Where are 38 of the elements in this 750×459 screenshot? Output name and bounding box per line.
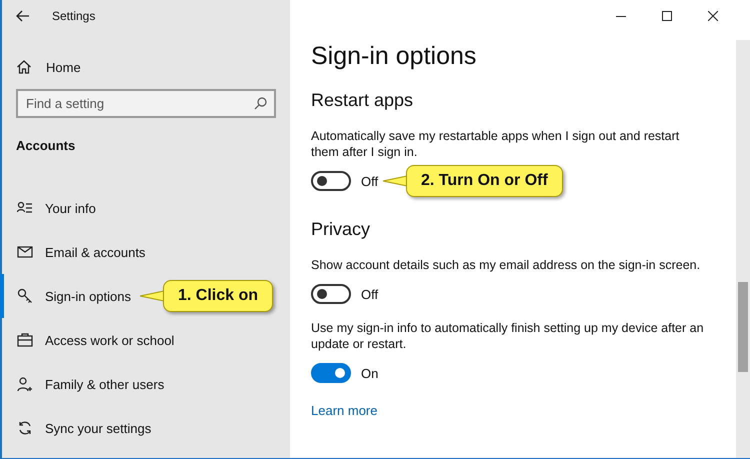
section-heading: Restart apps bbox=[311, 89, 414, 112]
key-icon bbox=[17, 288, 33, 304]
toggle-switch[interactable] bbox=[311, 171, 351, 191]
toggle-switch[interactable] bbox=[311, 284, 351, 304]
section-heading: Privacy bbox=[311, 218, 372, 241]
sync-icon bbox=[17, 420, 33, 436]
toggle-state: On bbox=[361, 366, 378, 380]
nav-item[interactable]: Family & other users bbox=[0, 362, 290, 406]
nav-item[interactable]: Access work or school bbox=[0, 318, 290, 362]
back-arrow-icon[interactable] bbox=[16, 10, 30, 22]
callout: 1. Click on bbox=[163, 280, 274, 312]
setting-description: Use my sign-in info to automatically finish setting up my device after an update or restart. bbox=[311, 320, 705, 352]
search-icon bbox=[254, 97, 267, 110]
briefcase-icon bbox=[17, 332, 33, 348]
close-icon bbox=[708, 11, 718, 21]
person-add-icon bbox=[17, 376, 33, 392]
maximize-icon bbox=[662, 11, 672, 21]
home-nav-item[interactable]: Home bbox=[2, 55, 290, 79]
setting-description: Show account details such as my email address on the sign-in screen. bbox=[311, 257, 702, 273]
toggle-state: Off bbox=[361, 286, 378, 302]
nav-item[interactable]: Sign-in options 1. Click on bbox=[0, 274, 290, 318]
callout-pointer bbox=[383, 175, 407, 187]
toggle-switch[interactable] bbox=[311, 363, 351, 383]
nav-item[interactable]: Your info bbox=[0, 186, 290, 230]
nav-item[interactable]: Email & accounts bbox=[0, 230, 290, 274]
learn-more-link[interactable]: Learn more bbox=[311, 403, 378, 418]
setting-description: Automatically save my restartable apps when I sign out and restart them after I sign in. bbox=[311, 128, 680, 160]
nav-item[interactable]: Sync your settings bbox=[0, 406, 290, 450]
callout-pointer bbox=[140, 290, 164, 302]
scrollbar[interactable] bbox=[736, 40, 750, 458]
envelope-icon bbox=[17, 244, 33, 260]
section-heading: Accounts bbox=[16, 138, 76, 155]
search-field[interactable]: Find a setting bbox=[16, 89, 276, 118]
window-title: Settings bbox=[52, 9, 96, 23]
callout: 2. Turn On or Off bbox=[406, 165, 563, 197]
home-icon bbox=[16, 59, 32, 75]
toggle-state: Off bbox=[361, 174, 378, 188]
page-title: Sign-in options bbox=[311, 41, 478, 72]
